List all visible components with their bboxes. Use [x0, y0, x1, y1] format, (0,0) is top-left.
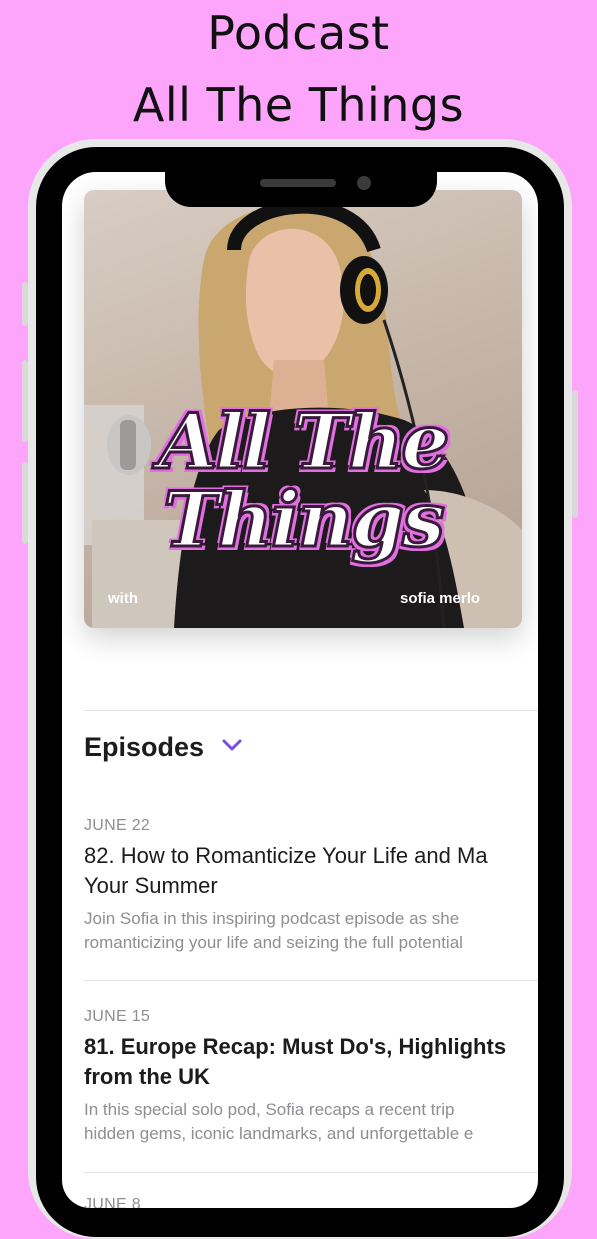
- episode-item[interactable]: JUNE 22 82. How to Romanticize Your Life…: [84, 817, 538, 955]
- side-button-mute: [22, 282, 28, 326]
- episode-divider: [84, 980, 538, 981]
- side-button-volume-down: [22, 462, 28, 544]
- section-divider: [84, 710, 538, 711]
- episode-description-line2: hidden gems, iconic landmarks, and unfor…: [84, 1124, 474, 1143]
- episode-title-line1: 82. How to Romanticize Your Life and Ma: [84, 843, 488, 868]
- episode-item[interactable]: JUNE 15 81. Europe Recap: Must Do's, Hig…: [84, 1008, 538, 1146]
- chevron-down-icon[interactable]: [222, 738, 242, 752]
- page-title-line2: All The Things: [132, 78, 465, 132]
- speaker-grille: [260, 179, 336, 187]
- episode-description-line1: Join Sofia in this inspiring podcast epi…: [84, 909, 460, 928]
- episode-item[interactable]: JUNE 8: [84, 1196, 538, 1208]
- page-title-line1: Podcast: [207, 6, 390, 60]
- episode-date: JUNE 15: [84, 1008, 151, 1025]
- cover-title-line2: Things: [162, 475, 447, 564]
- side-button-volume-up: [22, 360, 28, 442]
- podcast-cover-art[interactable]: All The Things with sofia merlo: [84, 190, 522, 628]
- episode-title-line2: Your Summer: [84, 873, 218, 898]
- phone-notch: [165, 147, 437, 207]
- page-title: Podcast All The Things: [0, 4, 597, 134]
- cover-with-label: with: [108, 590, 138, 607]
- episodes-heading[interactable]: Episodes: [84, 732, 204, 763]
- episode-date: JUNE 22: [84, 817, 151, 834]
- episode-description-line2: romanticizing your life and seizing the …: [84, 933, 463, 952]
- episode-title-line2: from the UK: [84, 1064, 210, 1089]
- cover-title-line1: All The: [157, 397, 451, 486]
- episode-description-line1: In this special solo pod, Sofia recaps a…: [84, 1100, 455, 1119]
- front-camera: [357, 176, 371, 190]
- side-button-power: [572, 390, 578, 518]
- episode-date: JUNE 8: [84, 1196, 141, 1208]
- episode-title-line1: 81. Europe Recap: Must Do's, Highlights: [84, 1034, 507, 1059]
- episode-divider: [84, 1172, 538, 1173]
- cover-host-name: sofia merlo: [400, 590, 481, 607]
- phone-screen: All The Things with sofia merlo Episodes…: [62, 172, 538, 1208]
